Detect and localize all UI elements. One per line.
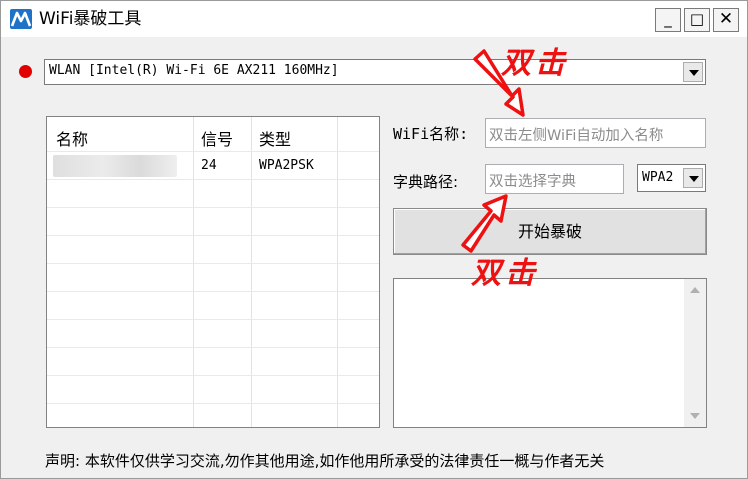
annotation-arrows: [461, 49, 525, 253]
annotation-arrow-bottom: [461, 194, 508, 253]
annotation-double-click-top: 双击: [501, 46, 569, 81]
main-window: WiFi暴破工具 _ □ ✕ WLAN [Intel(R) Wi-Fi 6E A…: [0, 0, 748, 479]
annotation-double-click-bottom: 双击: [471, 256, 539, 291]
